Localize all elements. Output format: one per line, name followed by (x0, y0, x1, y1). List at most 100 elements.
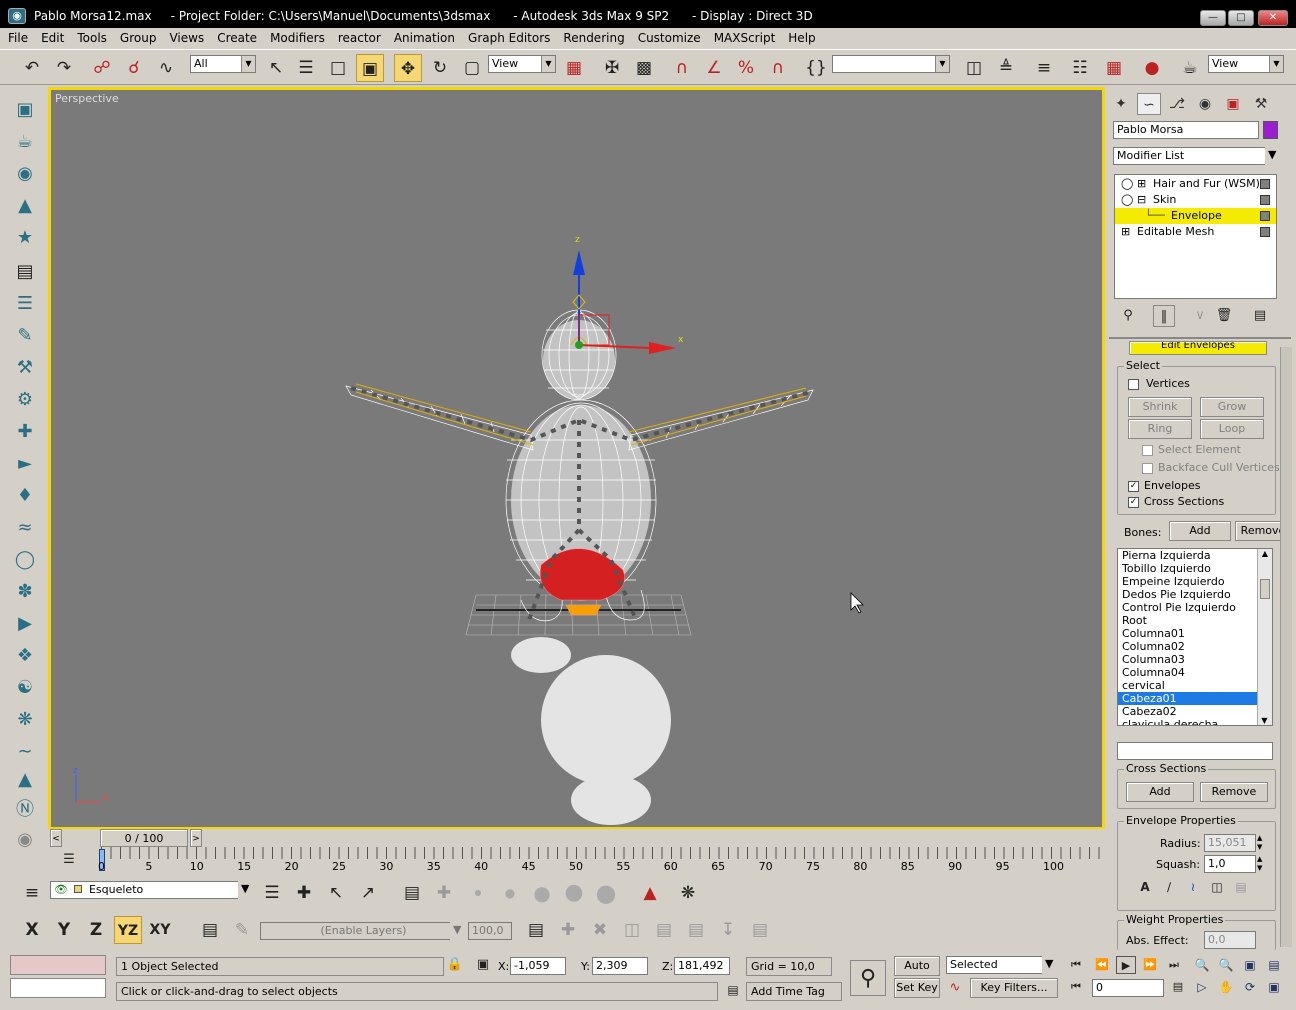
app-icon[interactable]: ◉ (8, 8, 26, 24)
stack-item-hair-fur[interactable]: ◯ ⊞ Hair and Fur (WSM) (1115, 176, 1276, 192)
zoom-icon[interactable]: 🔍 (1192, 956, 1212, 974)
cs-add-button[interactable]: Add (1126, 782, 1194, 802)
add-to-layer-icon[interactable]: ✚ (290, 879, 318, 907)
abs-effect-field[interactable]: 0,0 (1204, 931, 1256, 949)
menu-tools[interactable]: Tools (69, 28, 112, 45)
edit-envelopes-button[interactable]: Edit Envelopes (1129, 341, 1267, 355)
pivot-icon[interactable]: ✚ (12, 419, 38, 445)
menu-graph-editors[interactable]: Graph Editors (460, 28, 555, 45)
brush-preset-icon[interactable]: ▤ (398, 879, 426, 907)
play-icon[interactable]: ▶ (1116, 956, 1136, 974)
menu-help[interactable]: Help (780, 28, 820, 45)
go-to-start-icon[interactable]: ⏮ (1066, 956, 1086, 974)
pin-stack-icon[interactable]: ⚲ (1117, 305, 1139, 327)
particle-view-icon[interactable]: ❋ (674, 879, 702, 907)
gear-icon[interactable]: ⚙ (12, 387, 38, 413)
bone-list-item[interactable]: Columna04 (1118, 666, 1272, 679)
layer-collapse-icon[interactable]: ▤ (682, 916, 710, 944)
redo-icon[interactable]: ↷ (50, 54, 78, 82)
enable-layers-dropdown[interactable]: (Enable Layers) ▼ (260, 922, 464, 940)
lightbulb-icon[interactable]: ◯ (1121, 192, 1133, 208)
keyboard-shortcut-override-icon[interactable]: ▩ (630, 54, 658, 82)
envelopes-checkbox[interactable]: ✓ (1128, 481, 1139, 492)
set-current-layer-icon[interactable]: ↗ (354, 879, 382, 907)
star-icon[interactable]: ★ (12, 225, 38, 251)
sphere-icon[interactable]: ◉ (12, 161, 38, 187)
falloff-icon[interactable]: ≀ (1184, 878, 1202, 896)
scroll-thumb[interactable] (1260, 579, 1270, 599)
next-frame-icon[interactable]: ⏩ (1140, 956, 1160, 974)
undo-icon[interactable]: ↶ (18, 54, 46, 82)
maxscript-listener-pink[interactable] (10, 955, 106, 975)
tab-hierarchy[interactable]: ⎇ (1165, 93, 1189, 115)
hammer-icon[interactable]: ⚒ (12, 355, 38, 381)
bone-list-item[interactable]: Pierna Izquierda (1118, 549, 1272, 562)
layer-manager-icon[interactable]: ≡ (1030, 54, 1058, 82)
brush-size-1-icon[interactable]: ● (464, 879, 492, 907)
key-icon[interactable]: ⚲ (850, 960, 886, 996)
squash-field[interactable]: 1,0 (1204, 855, 1256, 873)
layer-manager-icon[interactable]: ≡ (18, 879, 46, 907)
select-and-link-icon[interactable]: ☍ (88, 54, 116, 82)
menu-animation[interactable]: Animation (386, 28, 460, 45)
align-icon[interactable]: ≜ (992, 54, 1020, 82)
go-to-end-icon[interactable]: ⏭ (1164, 956, 1184, 974)
tab-utilities[interactable]: ⚒ (1249, 93, 1273, 115)
relative-icon[interactable]: ∕ (1160, 878, 1178, 896)
modifier-icon[interactable]: Ⓝ (12, 797, 38, 823)
key-mode-toggle-icon[interactable]: ⏮ (1066, 978, 1086, 996)
set-key-button[interactable]: Set Key (894, 978, 940, 998)
brush-paint-icon[interactable]: ✎ (228, 916, 256, 944)
close-button[interactable]: ✕ (1258, 10, 1288, 26)
maximize-viewport-icon[interactable]: ▣ (1264, 978, 1284, 996)
select-manipulate-icon[interactable]: ✠ (598, 54, 626, 82)
restrict-y-button[interactable]: Y (50, 916, 78, 944)
ring-icon[interactable]: ◯ (12, 547, 38, 573)
stack-item-editable-mesh[interactable]: ⊞ Editable Mesh (1115, 224, 1276, 240)
layer-load-icon[interactable]: ▤ (746, 916, 774, 944)
auto-key-button[interactable]: Auto Key (894, 956, 940, 990)
x-coordinate-field[interactable]: -1,059 (510, 957, 566, 975)
window-crossing-icon[interactable]: ▣ (356, 54, 384, 82)
layer-paste-icon[interactable]: ▤ (650, 916, 678, 944)
copy-envelope-icon[interactable]: ◫ (1208, 878, 1226, 896)
spinner-snap-icon[interactable]: ∩ (764, 54, 792, 82)
brush-size-3-icon[interactable]: ● (528, 879, 556, 907)
fish-icon[interactable]: ► (12, 451, 38, 477)
absolute-icon[interactable]: A (1136, 878, 1154, 896)
brush-size-4-icon[interactable]: ● (560, 879, 588, 907)
menu-rendering[interactable]: Rendering (555, 28, 629, 45)
cross-sections-checkbox[interactable]: ✓ (1128, 497, 1139, 508)
select-and-rotate-icon[interactable]: ↻ (426, 54, 454, 82)
stack-item-envelope[interactable]: └── Envelope (1115, 208, 1276, 224)
bone-list-item[interactable]: Columna01 (1118, 627, 1272, 640)
select-object-icon[interactable]: ↖ (262, 54, 290, 82)
bone-list-item[interactable]: Columna03 (1118, 653, 1272, 666)
unlink-icon[interactable]: ☌ (120, 54, 148, 82)
render-view-dropdown[interactable]: View ▼ (1208, 55, 1284, 73)
menu-edit[interactable]: Edit (33, 28, 69, 45)
pivot-center-icon[interactable]: ▦ (560, 54, 588, 82)
time-configuration-icon[interactable]: ▤ (1168, 978, 1188, 996)
add-brush-icon[interactable]: ✚ (430, 879, 458, 907)
compass-icon[interactable]: ❋ (12, 707, 38, 733)
wave-icon[interactable]: ≈ (12, 515, 38, 541)
arc-rotate-icon[interactable]: ⟳ (1240, 978, 1260, 996)
key-filters-button[interactable]: Key Filters... (970, 978, 1058, 998)
layer-add-icon[interactable]: ✚ (554, 916, 582, 944)
restrict-x-button[interactable]: X (18, 916, 46, 944)
menu-customize[interactable]: Customize (630, 28, 706, 45)
objects-icon[interactable]: ▣ (12, 97, 38, 123)
layer-save-icon[interactable]: ↧ (714, 916, 742, 944)
material-editor-icon[interactable]: ● (1138, 54, 1166, 82)
bind-space-warp-icon[interactable]: ∿ (152, 54, 180, 82)
brush-size-2-icon[interactable]: ● (496, 879, 524, 907)
layer-list-icon[interactable]: ▤ (522, 916, 550, 944)
timeline[interactable]: ☰ 0 5 10 15 20 25 30 35 40 45 50 55 60 65 70 75 80 85 90 95… (48, 847, 1105, 875)
restrict-xy-button[interactable]: XY (146, 916, 174, 944)
scroll-up-icon[interactable]: ▲ (1258, 549, 1272, 558)
expand-icon[interactable]: ⊞ (1137, 176, 1146, 192)
current-layer-dropdown[interactable]: 👁 Esqueleto ▼ (50, 881, 252, 899)
absolute-mode-icon[interactable]: ▣ (474, 955, 492, 975)
shrink-button[interactable]: Shrink (1128, 397, 1192, 417)
